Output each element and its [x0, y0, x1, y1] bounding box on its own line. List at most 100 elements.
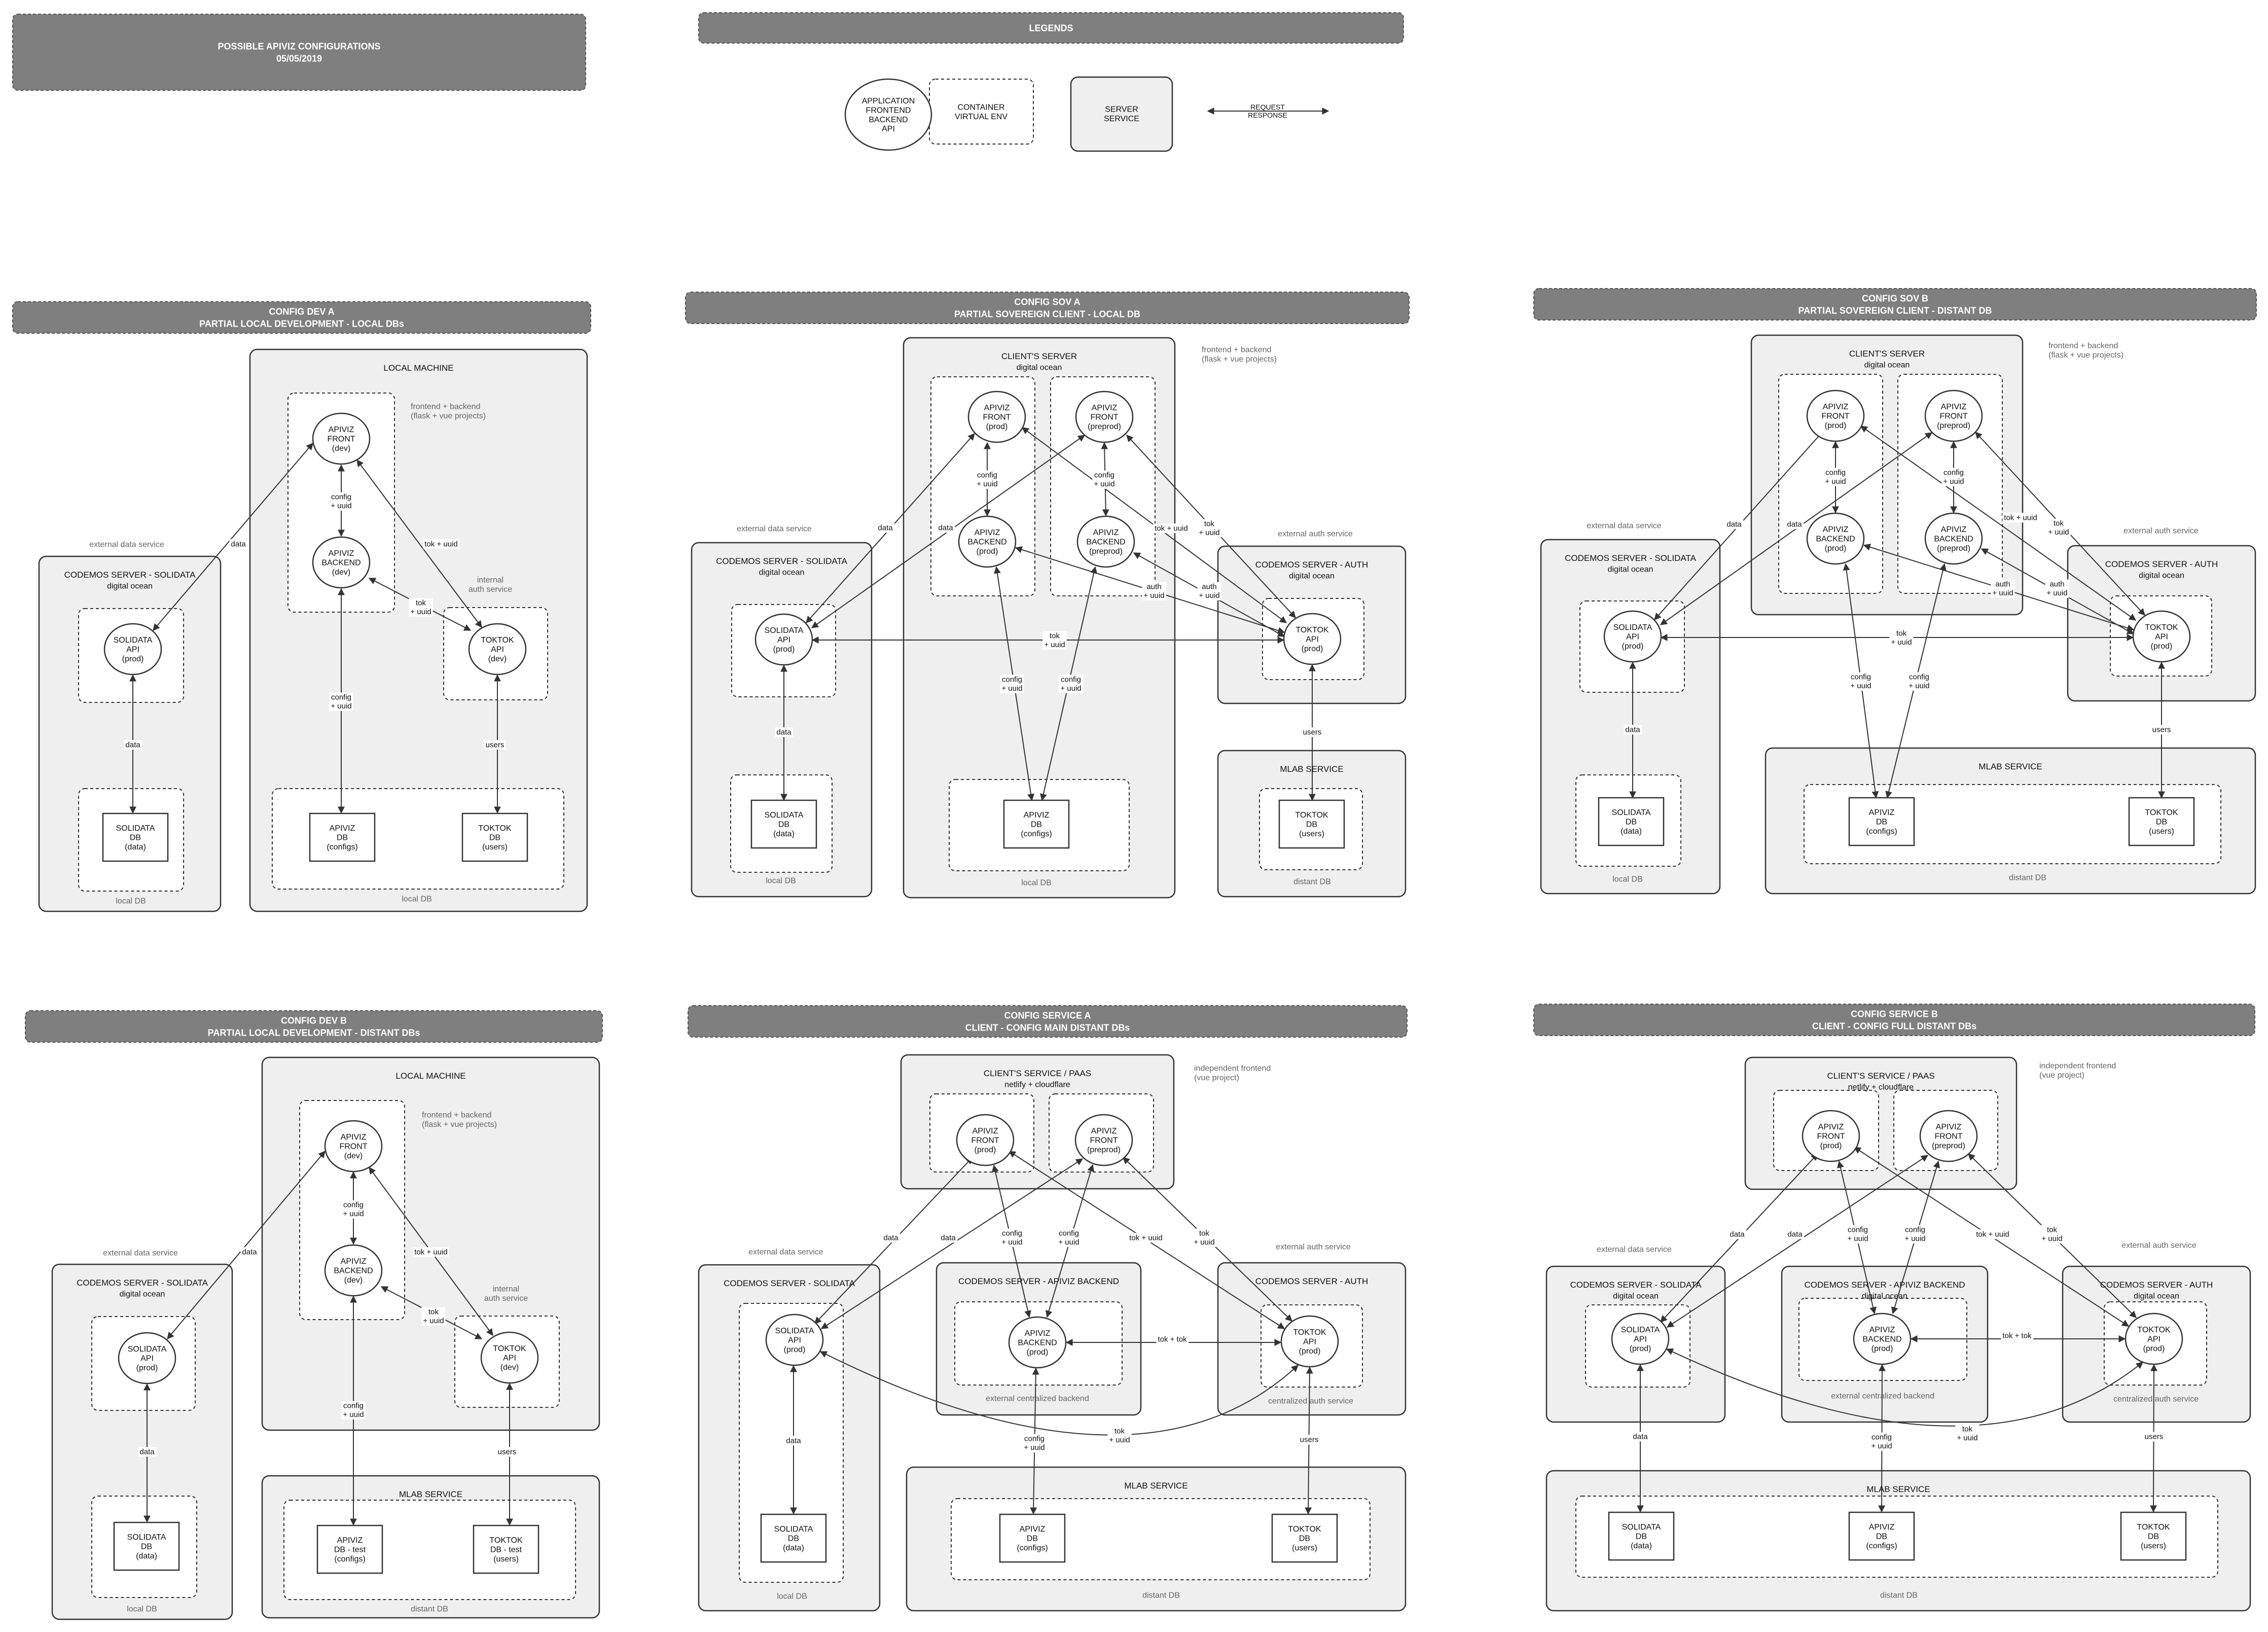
service-a-label-config1: config + uuid	[1001, 1229, 1022, 1247]
config-dev-a-banner-subtitle: PARTIAL LOCAL DEVELOPMENT - LOCAL DBs	[199, 318, 404, 329]
service-a-front-prod-label: APIVIZ FRONT (prod)	[971, 1127, 999, 1154]
sov-b-clients-server-subtitle: digital ocean	[1864, 361, 1910, 370]
dev-a-label-data2: data	[125, 740, 140, 749]
service-b-label-users: users	[2145, 1432, 2164, 1441]
service-a-label-config3: config + uuid	[1024, 1435, 1045, 1452]
dev-b-solidata-server-subtitle: digital ocean	[120, 1290, 165, 1299]
service-b-clients-service-title: CLIENT'S SERVICE / PAAS	[1827, 1071, 1934, 1081]
service-b-backend-server-subtitle: digital ocean	[1862, 1292, 1907, 1301]
sov-a-label-users: users	[1303, 728, 1322, 736]
config-sov-a-banner-title: CONFIG SOV A	[1014, 297, 1080, 307]
service-b-note-frontend: independent frontend (vue project)	[2039, 1061, 2116, 1079]
dev-b-note-distant-db: distant DB	[411, 1605, 448, 1614]
sov-a-note-distant-db: distant DB	[1293, 878, 1331, 886]
dev-a-solidata-server-title: CODEMOS SERVER - SOLIDATA	[64, 570, 196, 580]
main-title-banner-title: POSSIBLE APIVIZ CONFIGURATIONS	[218, 41, 380, 51]
dev-b-label-data2: data	[139, 1447, 155, 1456]
service-b-label-data3: data	[1633, 1432, 1648, 1441]
sov-a-note-external-data: external data service	[737, 525, 812, 534]
dev-b-note-external-data: external data service	[103, 1249, 178, 1258]
service-a-note-external-auth: external auth service	[1276, 1243, 1351, 1252]
dev-a-label-tok: tok + uuid	[424, 540, 457, 548]
service-a-clients-service-title: CLIENT'S SERVICE / PAAS	[984, 1069, 1091, 1078]
dev-b-label-config: config + uuid	[343, 1201, 364, 1218]
service-b-label-config3: config + uuid	[1871, 1433, 1892, 1450]
sov-b-mlab-server-title: MLAB SERVICE	[1978, 762, 2042, 771]
service-a-note-central-auth: centralized auth service	[1268, 1397, 1353, 1406]
main-title-banner	[12, 14, 586, 91]
service-b-backend-server-title: CODEMOS SERVER - APIVIZ BACKEND	[1804, 1280, 1965, 1290]
service-b-label-toktok: tok + tok	[2002, 1331, 2032, 1340]
dev-a-note-external-data: external data service	[89, 541, 164, 549]
main-title-banner-subtitle: 05/05/2019	[276, 53, 322, 63]
service-b-label-config2: config + uuid	[1904, 1226, 1925, 1243]
legend-server-label: SERVER SERVICE	[1104, 105, 1139, 123]
sov-a-label-config1: config + uuid	[977, 471, 997, 488]
service-a-mlab-server-title: MLAB SERVICE	[1124, 1481, 1187, 1491]
sov-a-label-data2: data	[938, 523, 953, 532]
service-b-auth-server-title: CODEMOS SERVER - AUTH	[2100, 1280, 2213, 1290]
service-a-auth-server-title: CODEMOS SERVER - AUTH	[1255, 1276, 1369, 1286]
dev-a-label-config2: config + uuid	[331, 693, 351, 711]
service-b-label-config1: config + uuid	[1847, 1226, 1868, 1243]
service-a-label-toktok: tok + tok	[1158, 1335, 1187, 1343]
sov-b-auth-server-title: CODEMOS SERVER - AUTH	[2105, 559, 2218, 569]
sov-a-label-tok1: tok + uuid	[1155, 524, 1187, 533]
service-a-note-local-db: local DB	[777, 1592, 807, 1601]
service-b-note-external-data: external data service	[1597, 1246, 1672, 1254]
sov-b-note-external-data: external data service	[1587, 522, 1662, 530]
dev-a-local-machine-title: LOCAL MACHINE	[383, 363, 453, 373]
sov-a-clients-server-subtitle: digital ocean	[1017, 364, 1062, 372]
config-dev-b-banner-subtitle: PARTIAL LOCAL DEVELOPMENT - DISTANT DBs	[208, 1027, 420, 1038]
sov-b-note-distant-db: distant DB	[2009, 874, 2046, 882]
legends-banner-title: LEGENDS	[1029, 23, 1073, 33]
sov-a-solidata-server-subtitle: digital ocean	[759, 569, 805, 577]
config-dev-a-banner-title: CONFIG DEV A	[269, 306, 334, 316]
dev-a-note-frontend: frontend + backend (flask + vue projects)	[411, 402, 486, 420]
dev-b-label-data: data	[242, 1248, 257, 1256]
dev-a-label-config: config + uuid	[331, 493, 351, 510]
sov-b-solidata-server-title: CODEMOS SERVER - SOLIDATA	[1565, 553, 1696, 563]
service-a-backend-server-title: CODEMOS SERVER - APIVIZ BACKEND	[958, 1276, 1119, 1286]
service-b-solidata-server-subtitle: digital ocean	[1613, 1292, 1659, 1301]
service-a-front-preprod-label: APIVIZ FRONT (preprod)	[1087, 1127, 1121, 1154]
sov-b-label-auth1: auth + uuid	[1992, 580, 2013, 597]
dev-b-label-users: users	[498, 1447, 517, 1456]
sov-b-front-prod-label: APIVIZ FRONT (prod)	[1821, 403, 1849, 430]
dev-b-label-config2: config + uuid	[343, 1402, 364, 1419]
config-dev-b-banner-title: CONFIG DEV B	[281, 1015, 347, 1025]
service-a-note-ext-backend: external centralized backend	[986, 1395, 1089, 1403]
service-b-note-distant-db: distant DB	[1880, 1591, 1918, 1600]
legend-container-label: CONTAINER VIRTUAL ENV	[955, 103, 1007, 121]
sov-b-label-users: users	[2152, 725, 2171, 734]
service-b-front-preprod-label: APIVIZ FRONT (preprod)	[1932, 1123, 1965, 1150]
config-sov-a-banner-subtitle: PARTIAL SOVEREIGN CLIENT - LOCAL DB	[954, 309, 1140, 319]
dev-b-note-local-db: local DB	[127, 1605, 157, 1614]
service-a-note-external-data: external data service	[748, 1248, 823, 1257]
sov-b-label-data1: data	[1726, 520, 1742, 528]
sov-b-note-frontend: frontend + backend (flask + vue projects)	[2048, 341, 2123, 359]
sov-a-note-external-auth: external auth service	[1278, 530, 1353, 539]
sov-a-mlab-server-title: MLAB SERVICE	[1280, 764, 1343, 774]
sov-a-front-preprod-label: APIVIZ FRONT (preprod)	[1088, 404, 1121, 431]
sov-a-clients-server-title: CLIENT'S SERVER	[1001, 351, 1077, 361]
service-b-clients-service-subtitle: netlify + cloudflare	[1848, 1083, 1914, 1092]
service-a-label-tok1: tok + uuid	[1129, 1233, 1162, 1242]
sov-a-front-prod-label: APIVIZ FRONT (prod)	[983, 404, 1011, 431]
sov-a-label-auth2: auth + uuid	[1199, 583, 1219, 600]
dev-a-solidata-server-subtitle: digital ocean	[107, 582, 153, 591]
service-b-solidata-server-title: CODEMOS SERVER - SOLIDATA	[1570, 1280, 1702, 1290]
service-b-front-prod-label: APIVIZ FRONT (prod)	[1817, 1123, 1845, 1150]
dev-a-note-local-db: local DB	[116, 897, 146, 906]
dev-b-note-frontend: frontend + backend (flask + vue projects)	[422, 1111, 497, 1128]
service-a-label-users: users	[1300, 1435, 1319, 1444]
service-b-label-data1: data	[1730, 1230, 1745, 1238]
sov-a-label-config4: config + uuid	[1060, 676, 1081, 693]
sov-b-label-auth2: auth + uuid	[2046, 580, 2067, 597]
service-a-note-distant-db: distant DB	[1142, 1591, 1180, 1600]
service-b-auth-server-subtitle: digital ocean	[2134, 1292, 2179, 1301]
service-a-label-config2: config + uuid	[1058, 1229, 1079, 1247]
dev-b-apiviz-db-label: APIVIZ DB - test (configs)	[334, 1536, 366, 1564]
service-a-clients-service-subtitle: netlify + cloudflare	[1004, 1081, 1070, 1089]
dev-b-solidata-server-title: CODEMOS SERVER - SOLIDATA	[77, 1278, 208, 1288]
